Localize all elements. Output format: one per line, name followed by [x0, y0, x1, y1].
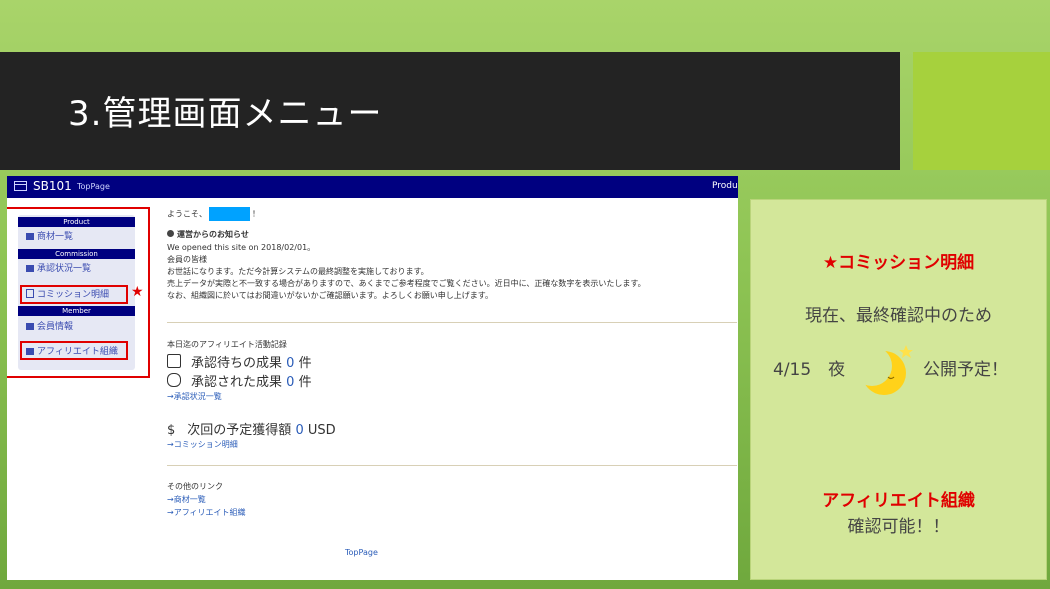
footer-toppage-link[interactable]: TopPage: [345, 548, 378, 557]
slide-title-bar: 3.管理画面メニュー: [0, 52, 900, 170]
thumbs-up-icon: [167, 354, 181, 368]
highlight-affiliate-box: [20, 341, 128, 360]
approved-count: 0: [286, 375, 295, 390]
next-payout: $ 次回の予定獲得額 0 USD: [167, 419, 336, 438]
divider: [167, 465, 737, 466]
announcement-status: 現在、最終確認中のため: [805, 306, 992, 326]
payout-amount: 0: [295, 423, 304, 438]
notice-title-text: 運営からのお知らせ: [177, 230, 249, 239]
notice-line: 売上データが実際と不一致する場合がありますので、あくまでご参考程度でご覧ください…: [167, 279, 646, 288]
header-product-nav[interactable]: Produ: [712, 181, 738, 191]
handshake-icon: [167, 373, 181, 387]
pending-results: 承認待ちの成果 0 件: [167, 352, 312, 371]
announcement-panel: ★コミッション明細 現在、最終確認中のため 4/15 夜 公開予定！ アフィリエ…: [750, 199, 1047, 580]
star-marker: ★: [131, 284, 144, 300]
notice-line: 会員の皆様: [167, 255, 207, 264]
affiliate-org-link[interactable]: →アフィリエイト組織: [167, 507, 246, 518]
notice-line: お世話になります。ただ今計算システムの最終調整を実施しております。: [167, 267, 429, 276]
menu-icon[interactable]: [14, 181, 27, 191]
dollar-icon: $: [167, 423, 176, 438]
divider: [167, 322, 737, 323]
info-icon: [167, 230, 174, 237]
redacted-username: [209, 207, 250, 221]
commission-details-link[interactable]: →コミッション明細: [167, 439, 238, 450]
announcement-commission: ★コミッション明細: [822, 253, 975, 273]
payout-label: 次回の予定獲得額: [187, 423, 292, 438]
announcement-date: 4/15 夜: [773, 360, 846, 380]
header-toppage-link[interactable]: TopPage: [77, 182, 110, 191]
announcement-available: 確認可能！！: [847, 517, 950, 537]
moon-icon: [858, 345, 913, 395]
accent-square: [913, 52, 1050, 170]
pending-count: 0: [286, 356, 295, 371]
slide-title: 3.管理画面メニュー: [68, 94, 383, 134]
announcement-release: 公開予定！: [923, 360, 1008, 380]
notice-line: なお、組織図に於いてはお間違いがないかご確認願います。よろしくお願い申し上げます…: [167, 291, 493, 300]
products-link[interactable]: →商材一覧: [167, 494, 206, 505]
pending-label: 承認待ちの成果: [191, 356, 283, 371]
payout-currency: USD: [307, 423, 336, 438]
app-header: SB101 TopPage Produ: [7, 176, 738, 198]
welcome-suffix: ！: [252, 209, 260, 219]
approval-status-link[interactable]: →承認状況一覧: [167, 391, 222, 402]
approved-label: 承認された成果: [191, 375, 283, 390]
admin-screenshot: SB101 TopPage Produ Product 商材一覧 Commiss…: [7, 176, 738, 580]
other-links-title: その他のリンク: [167, 482, 223, 491]
pending-unit: 件: [298, 356, 312, 371]
notice-line: We opened this site on 2018/02/01。: [167, 243, 316, 252]
welcome-prefix: ようこそ、: [167, 209, 207, 219]
activity-title: 本日迄のアフィリエイト活動記録: [167, 340, 287, 349]
highlight-commission-box: [20, 285, 128, 304]
announcement-affiliate: アフィリエイト組織: [822, 491, 975, 511]
approved-results: 承認された成果 0 件: [167, 371, 312, 390]
app-brand[interactable]: SB101: [33, 179, 72, 193]
welcome-line: ようこそ、 ！: [167, 207, 260, 221]
notice-title: 運営からのお知らせ: [167, 229, 249, 240]
approved-unit: 件: [298, 375, 312, 390]
